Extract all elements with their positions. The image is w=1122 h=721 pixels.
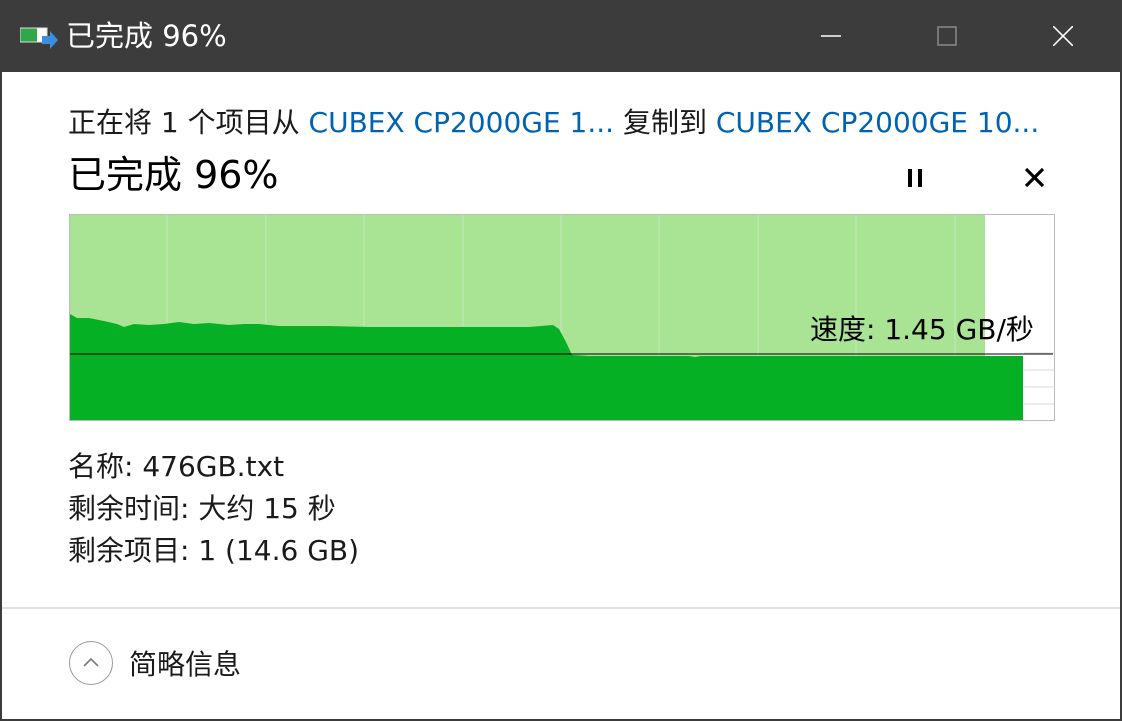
cancel-icon xyxy=(1024,167,1045,188)
close-window-button[interactable] xyxy=(1005,0,1120,72)
copy-prefix-text: 正在将 1 个项目从 xyxy=(68,106,309,139)
window-title: 已完成 96% xyxy=(66,19,227,53)
minimize-icon xyxy=(821,35,841,37)
speed-label: 速度: 1.45 GB/秒 xyxy=(810,313,1034,346)
copy-description: 正在将 1 个项目从 CUBEX CP2000GE 1... 复制到 CUBEX… xyxy=(68,103,1039,143)
copy-middle-text: 复制到 xyxy=(614,106,716,139)
footer: 简略信息 xyxy=(2,609,1120,719)
minimize-button[interactable] xyxy=(773,0,889,72)
cancel-button[interactable] xyxy=(1013,160,1055,196)
time-remaining-detail: 剩余时间: 大约 15 秒 xyxy=(68,492,336,525)
copy-dialog-window: 已完成 96% 正在将 1 个项目从 CUBEX CP2000GE 1... 复… xyxy=(0,0,1122,721)
destination-location-link[interactable]: CUBEX CP2000GE 10... xyxy=(716,106,1039,139)
source-location-link[interactable]: CUBEX CP2000GE 1... xyxy=(309,106,615,139)
fewer-details-label[interactable]: 简略信息 xyxy=(129,645,241,685)
pause-button[interactable] xyxy=(895,160,937,196)
fewer-details-toggle[interactable] xyxy=(69,641,113,685)
maximize-button[interactable] xyxy=(889,0,1005,72)
chevron-up-icon xyxy=(83,657,99,667)
close-icon xyxy=(1053,26,1073,46)
maximize-icon xyxy=(937,26,957,46)
title-bar[interactable]: 已完成 96% xyxy=(2,0,1120,72)
file-copy-icon xyxy=(20,27,58,49)
progress-percent-heading: 已完成 96% xyxy=(68,153,279,197)
items-remaining-detail: 剩余项目: 1 (14.6 GB) xyxy=(68,534,360,567)
file-name-detail: 名称: 476GB.txt xyxy=(68,450,285,483)
